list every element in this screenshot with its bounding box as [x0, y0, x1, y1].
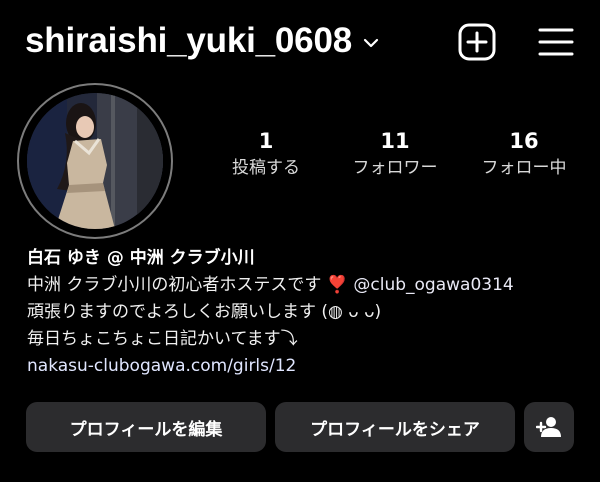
following-stat[interactable]: 16 フォロー中	[464, 128, 584, 180]
chevron-down-icon[interactable]	[362, 34, 380, 52]
discover-people-button[interactable]	[524, 402, 574, 452]
posts-count: 1	[258, 129, 274, 153]
profile-stats: 1 投稿する 11 フォロワー 16 フォロー中	[196, 128, 596, 188]
share-profile-button[interactable]: プロフィールをシェア	[275, 402, 515, 452]
profile-bio: 白石 ゆき @ 中洲 クラブ小川 中洲 クラブ小川の初心者ホステスです ❣️ @…	[27, 246, 587, 378]
share-profile-label: プロフィールをシェア	[310, 419, 480, 440]
bio-line-1-text: 中洲 クラブ小川の初心者ホステスです	[27, 275, 322, 295]
avatar[interactable]	[27, 93, 163, 229]
account-switcher[interactable]: shiraishi_yuki_0608	[25, 20, 380, 62]
plus-square-icon[interactable]	[457, 22, 497, 62]
followers-stat[interactable]: 11 フォロワー	[335, 128, 455, 180]
hamburger-menu-icon[interactable]	[536, 22, 576, 62]
followers-count: 11	[380, 129, 410, 153]
following-count: 16	[509, 129, 539, 153]
username[interactable]: shiraishi_yuki_0608	[25, 20, 352, 62]
avatar-photo	[27, 93, 163, 229]
profile-picture-ring[interactable]	[17, 83, 173, 239]
bio-line-1: 中洲 クラブ小川の初心者ホステスです ❣️ @club_ogawa0314	[27, 273, 587, 297]
posts-stat[interactable]: 1 投稿する	[206, 128, 326, 180]
website-link[interactable]: nakasu-clubogawa.com/girls/12	[27, 354, 587, 378]
followers-label: フォロワー	[352, 158, 438, 178]
mention-link[interactable]: @club_ogawa0314	[353, 275, 513, 295]
bio-line-3: 毎日ちょこちょこ日記かいてます⤵︎	[27, 329, 298, 349]
display-name: 白石 ゆき @ 中洲 クラブ小川	[27, 248, 255, 268]
add-person-icon	[536, 417, 561, 437]
bio-line-2: 頑張りますのでよろしくお願いします (◍ ᴗ ᴗ)	[27, 302, 382, 322]
edit-profile-label: プロフィールを編集	[69, 419, 223, 440]
profile-header: shiraishi_yuki_0608	[0, 0, 600, 82]
edit-profile-button[interactable]: プロフィールを編集	[26, 402, 266, 452]
following-label: フォロー中	[481, 158, 567, 178]
heart-emoji: ❣️	[326, 275, 348, 295]
posts-label: 投稿する	[232, 158, 300, 178]
